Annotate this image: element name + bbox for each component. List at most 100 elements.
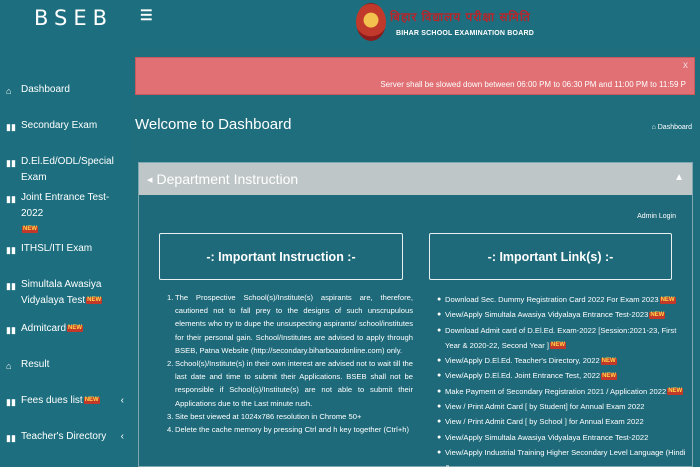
new-badge: NEW (649, 311, 666, 319)
list-item: 2. School(s)/Institute(s) in their own in… (167, 359, 413, 408)
new-badge: NEW (83, 396, 100, 404)
panel-header[interactable]: ◂ Department Instruction ▲ (139, 163, 692, 195)
list-item[interactable]: ● Make Payment of Secondary Registration … (437, 384, 687, 399)
sidebar-item-label: Fees dues list (21, 395, 83, 406)
important-links-heading: -: Important Link(s) :- (429, 233, 672, 280)
list-item[interactable]: ● View / Print Admit Card [ by School ] f… (437, 414, 687, 429)
list-item: 3. Site best viewed at 1024x786 resolutio… (167, 411, 362, 421)
home-icon: ⌂ (651, 124, 656, 131)
alert-banner: x Server shall be slowed down between 06… (135, 57, 695, 95)
list-item: 1. The Prospective School(s)/Institute(s)… (167, 293, 413, 355)
bseb-seal-logo (356, 3, 386, 41)
list-item[interactable]: ● View/Apply Industrial Training Higher S… (437, 445, 687, 467)
department-instruction-panel: ◂ Department Instruction ▲ Admin Login -… (138, 162, 693, 467)
sidebar-item-deled-exam[interactable]: ▮▮ D.El.Ed/ODL/Special Exam (0, 154, 130, 190)
sidebar-item-label: Result (21, 359, 50, 370)
sidebar-item-label: Admitcard (21, 323, 67, 334)
bar-chart-icon: ▮▮ (6, 194, 16, 204)
bar-chart-icon: ▮▮ (6, 245, 16, 255)
breadcrumb[interactable]: ⌂ Dashboard (652, 124, 692, 131)
sidebar-item-joint-entrance[interactable]: ▮▮ Joint Entrance Test-2022 NEW (0, 190, 130, 241)
bullet-icon: ● (437, 403, 442, 411)
list-item[interactable]: ● Download Admit card of D.El.Ed. Exam-20… (437, 323, 687, 354)
link-text[interactable]: Download Sec. Dummy Registration Card 20… (445, 295, 659, 304)
new-badge: NEW (600, 357, 617, 365)
bullet-icon: ● (437, 448, 442, 456)
list-item[interactable]: ● Download Sec. Dummy Registration Card 2… (437, 292, 687, 307)
bar-chart-icon: ▮▮ (6, 158, 16, 168)
bullet-icon: ● (437, 357, 442, 365)
link-text[interactable]: View / Print Admit Card [ by Student] fo… (445, 399, 687, 414)
bullet-icon: ● (437, 311, 442, 319)
bar-chart-icon: ▮▮ (6, 397, 16, 407)
bullet-icon: ● (437, 372, 442, 380)
link-text[interactable]: View/Apply D.El.Ed. Teacher's Directory,… (445, 356, 600, 365)
link-text[interactable]: View/Apply Simultala Awasiya Vidyalaya E… (445, 430, 687, 445)
expand-arrow-icon: ◂ (147, 173, 153, 186)
link-text[interactable]: Make Payment of Secondary Registration 2… (445, 387, 666, 396)
alert-message: Server shall be slowed down between 06:0… (380, 80, 686, 89)
important-instruction-heading: -: Important Instruction :- (159, 233, 403, 280)
new-badge: NEW (659, 296, 676, 304)
link-text[interactable]: View/Apply Industrial Training Higher Se… (445, 445, 687, 467)
new-badge: NEW (67, 324, 84, 332)
important-links-list: ● Download Sec. Dummy Registration Card 2… (437, 292, 687, 467)
list-item[interactable]: ● View/Apply D.El.Ed. Teacher's Directory… (437, 353, 687, 368)
bar-chart-icon: ▮▮ (6, 122, 16, 132)
sidebar-item-secondary-exam[interactable]: ▮▮ Secondary Exam (0, 118, 130, 154)
instruction-list: 1. The Prospective School(s)/Institute(s)… (167, 291, 413, 436)
home-icon: ⌂ (6, 86, 12, 96)
sidebar-item-label: Joint Entrance Test-2022 (21, 192, 110, 219)
sidebar-item-result[interactable]: ⌂ Result (0, 357, 130, 393)
close-icon[interactable]: x (683, 60, 688, 71)
sidebar-item-label: Teacher's Directory (21, 431, 107, 442)
brand-logo[interactable]: BSEB (0, 0, 130, 36)
bullet-icon: ● (437, 326, 442, 334)
list-item[interactable]: ● View / Print Admit Card [ by Student] f… (437, 399, 687, 414)
bullet-icon: ● (437, 418, 442, 426)
list-item[interactable]: ● View/Apply D.El.Ed. Joint Entrance Test… (437, 368, 687, 383)
sidebar-item-label: Dashboard (21, 84, 70, 95)
chevron-up-icon[interactable]: ▲ (674, 172, 684, 183)
admin-login-link[interactable]: Admin Login (637, 213, 676, 220)
bar-chart-icon: ▮▮ (6, 325, 16, 335)
link-text[interactable]: View/Apply D.El.Ed. Joint Entrance Test,… (445, 371, 600, 380)
new-badge: NEW (86, 296, 103, 304)
list-item: 4. Delete the cache memory by pressing Ct… (167, 425, 410, 435)
breadcrumb-label: Dashboard (657, 124, 692, 131)
new-badge: NEW (550, 342, 567, 350)
sidebar-menu: ⌂ Dashboard ▮▮ Secondary Exam ▮▮ D.El.Ed… (0, 82, 130, 459)
board-name-english: BIHAR SCHOOL EXAMINATION BOARD (396, 30, 534, 37)
sidebar-item-admitcard[interactable]: ▮▮ Admitcard NEW (0, 321, 130, 357)
board-name-hindi: बिहार विद्यालय परीक्षा समिति (390, 10, 531, 24)
bar-chart-icon: ▮▮ (6, 281, 16, 291)
sidebar-item-simultala[interactable]: ▮▮ Simultala Awasiya Vidyalaya Test NEW (0, 277, 130, 321)
panel-title: Department Instruction (156, 171, 299, 187)
sidebar-item-label: Secondary Exam (21, 120, 98, 131)
page-title: Welcome to Dashboard (135, 116, 292, 133)
link-text[interactable]: View / Print Admit Card [ by School ] fo… (445, 414, 687, 429)
sidebar-item-fees-dues[interactable]: ▮▮ Fees dues list NEW ‹ (0, 393, 130, 429)
new-badge: NEW (667, 388, 684, 396)
sidebar-item-ithsl-iti[interactable]: ▮▮ ITHSL/ITI Exam (0, 241, 130, 277)
sidebar-item-teachers-directory[interactable]: ▮▮ Teacher's Directory ‹ (0, 429, 130, 459)
main-content: x Server shall be slowed down between 06… (130, 48, 700, 467)
sidebar-item-label: D.El.Ed/ODL/Special Exam (21, 156, 114, 183)
home-icon: ⌂ (6, 361, 12, 371)
sidebar-item-label: ITHSL/ITI Exam (21, 243, 93, 254)
bullet-icon: ● (437, 296, 442, 303)
list-item[interactable]: ● View/Apply Simultala Awasiya Vidyalaya … (437, 307, 687, 322)
bar-chart-icon: ▮▮ (6, 433, 16, 443)
sidebar-item-dashboard[interactable]: ⌂ Dashboard (0, 82, 130, 118)
top-header: ☰ बिहार विद्यालय परीक्षा समिति BIHAR SCH… (130, 0, 700, 48)
list-item[interactable]: ● View/Apply Simultala Awasiya Vidyalaya … (437, 430, 687, 445)
chevron-left-icon: ‹ (120, 395, 124, 406)
bullet-icon: ● (437, 387, 442, 395)
hamburger-icon[interactable]: ☰ (140, 7, 153, 24)
sidebar: BSEB ⌂ Dashboard ▮▮ Secondary Exam ▮▮ D.… (0, 0, 130, 467)
chevron-left-icon: ‹ (120, 431, 124, 442)
new-badge: NEW (601, 372, 618, 380)
new-badge: NEW (22, 225, 38, 233)
bullet-icon: ● (437, 433, 442, 441)
link-text[interactable]: View/Apply Simultala Awasiya Vidyalaya E… (445, 310, 648, 319)
